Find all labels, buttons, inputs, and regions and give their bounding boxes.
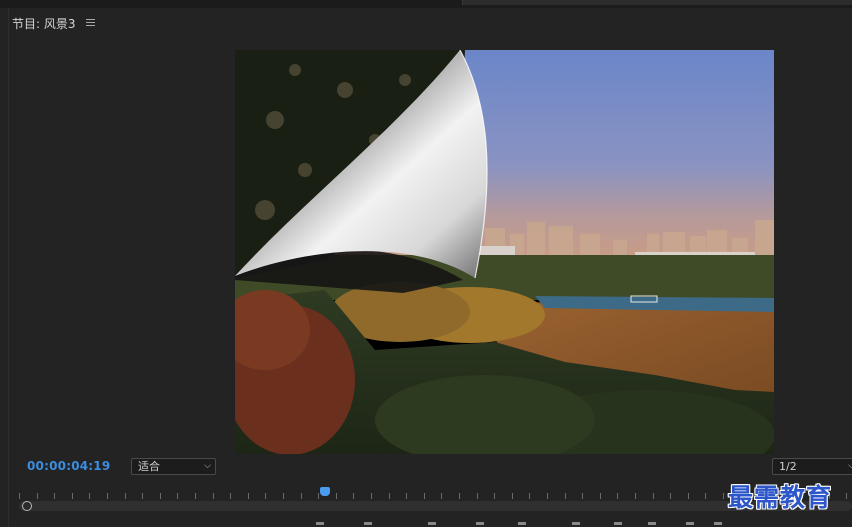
ruler-tick [511, 493, 513, 499]
program-viewer[interactable] [235, 50, 774, 454]
playback-resolution-dropdown[interactable]: 1/2 ⌵ [772, 458, 852, 475]
ruler-tick [371, 493, 372, 499]
insert-button[interactable] [614, 522, 622, 525]
ruler-tick [177, 493, 179, 499]
top-tab-strip [462, 0, 852, 5]
ruler-tick [212, 493, 214, 499]
go-to-in-button[interactable] [428, 522, 436, 525]
ruler-tick [107, 493, 108, 499]
watermark-logo: 最需教育 [728, 483, 833, 512]
playhead-marker[interactable] [320, 487, 330, 496]
play-button[interactable] [518, 522, 526, 525]
ruler-tick [406, 493, 408, 499]
ruler-tick [283, 493, 284, 499]
transport-controls [300, 517, 740, 527]
ruler-tick [247, 493, 249, 499]
ruler-tick [617, 493, 619, 499]
ruler-tick [300, 493, 302, 499]
panel-title: 节目: 风景3 [12, 16, 76, 31]
ruler-tick [36, 493, 38, 499]
playhead-timecode[interactable]: 00:00:04:19 [27, 459, 110, 473]
ruler-tick [195, 493, 196, 499]
top-strip [0, 0, 852, 8]
ruler-tick [529, 493, 531, 499]
overwrite-button[interactable] [648, 522, 656, 525]
ruler-tick [124, 493, 126, 499]
chevron-down-icon: ⌵ [204, 461, 211, 471]
ruler-tick [494, 493, 496, 499]
ruler-tick [635, 493, 636, 499]
ruler-tick [54, 493, 56, 499]
playback-resolution-value: 1/2 [779, 460, 797, 473]
ruler-tick [441, 493, 443, 499]
mark-out-button[interactable] [364, 522, 372, 525]
mark-in-button[interactable] [316, 522, 324, 525]
ruler-tick [265, 493, 267, 499]
chevron-down-icon: ⌵ [848, 461, 852, 471]
ruler-tick [547, 493, 548, 499]
ruler-tick [159, 493, 161, 499]
video-frame [235, 50, 774, 454]
fit-zoom-value: 适合 [138, 460, 160, 473]
ruler-tick [846, 493, 848, 499]
ruler-tick [89, 493, 91, 499]
scrollbar-handle[interactable] [22, 501, 32, 511]
ruler-tick [670, 493, 672, 499]
ruler-tick [71, 493, 73, 499]
ruler-tick [335, 493, 337, 499]
ruler-tick [687, 493, 689, 499]
ruler-tick [705, 493, 707, 499]
ruler-tick [142, 493, 144, 499]
ruler-tick [423, 493, 425, 499]
ruler-tick [318, 493, 320, 499]
fit-zoom-dropdown[interactable]: 适合 ⌵ [131, 458, 216, 475]
ruler-tick [652, 493, 654, 499]
ruler-tick [353, 493, 355, 499]
ruler-tick [723, 493, 724, 499]
ruler-tick [582, 493, 584, 499]
hamburger-menu-icon[interactable] [85, 19, 95, 27]
ruler-tick [388, 493, 390, 499]
settings-button[interactable] [714, 522, 722, 525]
ruler-tick [230, 493, 232, 499]
export-frame-button[interactable] [686, 522, 694, 525]
step-forward-button[interactable] [572, 522, 580, 525]
ruler-tick [564, 493, 566, 499]
ruler-tick [459, 493, 460, 499]
ruler-tick [476, 493, 478, 499]
ruler-tick [599, 493, 601, 499]
step-back-button[interactable] [476, 522, 484, 525]
panel-header: 节目: 风景3 [12, 14, 95, 32]
ruler-tick [19, 493, 20, 499]
